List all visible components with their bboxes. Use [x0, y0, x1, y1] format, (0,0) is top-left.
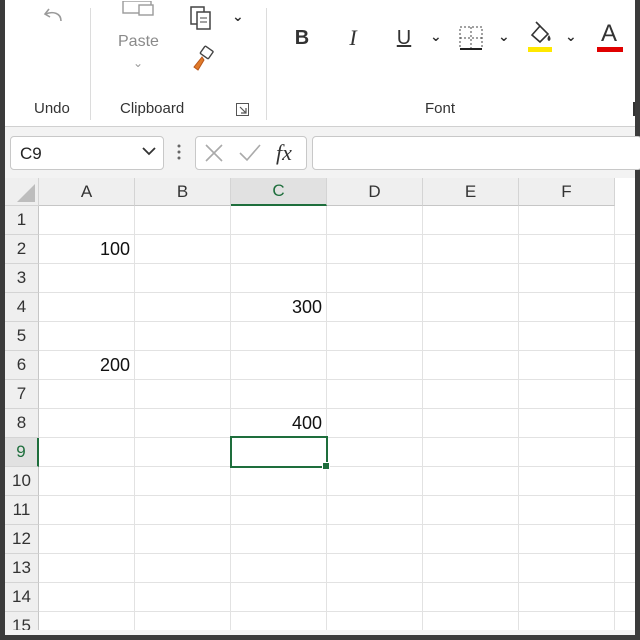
formula-bar-grip-icon[interactable]: [177, 142, 181, 162]
row-header-9[interactable]: 9: [5, 438, 39, 467]
gridline: [39, 437, 635, 438]
fill-color-chevron-down-icon[interactable]: ⌄: [565, 28, 577, 45]
cell-a6[interactable]: 200: [39, 351, 134, 380]
enter-check-icon[interactable]: [238, 143, 262, 168]
row-header-8[interactable]: 8: [5, 409, 39, 438]
column-header-e[interactable]: E: [423, 178, 519, 206]
formula-buttons: fx: [195, 136, 307, 170]
active-cell-selection[interactable]: [230, 436, 330, 470]
gridline: [614, 206, 615, 630]
gridline: [39, 292, 635, 293]
name-box-chevron-down-icon[interactable]: [141, 143, 157, 164]
row-header-11[interactable]: 11: [5, 496, 39, 525]
column-header-c[interactable]: C: [231, 178, 327, 206]
row-header-2[interactable]: 2: [5, 235, 39, 264]
ribbon-edge: [633, 102, 635, 116]
row-header-5[interactable]: 5: [5, 322, 39, 351]
gridline: [39, 611, 635, 612]
column-header-a[interactable]: A: [39, 178, 135, 206]
font-color-bar: [597, 47, 623, 52]
row-header-3[interactable]: 3: [5, 264, 39, 293]
paste-button[interactable]: Paste: [118, 33, 159, 51]
underline-button[interactable]: U: [392, 22, 416, 54]
copy-chevron-down-icon[interactable]: ⌄: [232, 8, 244, 25]
gridline: [39, 582, 635, 583]
italic-button[interactable]: I: [341, 22, 365, 54]
row-header-4[interactable]: 4: [5, 293, 39, 322]
row-header-15[interactable]: 15: [5, 612, 39, 630]
name-box[interactable]: C9: [10, 136, 164, 170]
font-group-label: Font: [425, 100, 456, 117]
cancel-icon[interactable]: [204, 143, 224, 168]
gridline: [134, 206, 135, 630]
gridline: [518, 206, 519, 630]
formula-input[interactable]: [312, 136, 640, 170]
gridline: [39, 495, 635, 496]
font-color-letter: A: [601, 20, 618, 47]
gridline: [422, 206, 423, 630]
gridline: [39, 524, 635, 525]
format-painter-icon[interactable]: [187, 44, 217, 74]
gridline: [39, 553, 635, 554]
copy-icon[interactable]: [187, 4, 215, 32]
row-header-13[interactable]: 13: [5, 554, 39, 583]
font-color-icon[interactable]: A: [595, 20, 625, 54]
gridline: [326, 206, 327, 630]
gridline: [39, 466, 635, 467]
fill-handle[interactable]: [322, 462, 330, 470]
row-header-14[interactable]: 14: [5, 583, 39, 612]
formula-bar: C9 fx: [5, 133, 640, 177]
paste-chevron-down-icon[interactable]: ⌄: [133, 56, 143, 70]
bold-button[interactable]: B: [290, 22, 314, 54]
cell-a2[interactable]: 100: [39, 235, 134, 264]
paste-icon[interactable]: [119, 0, 159, 18]
ribbon: Undo Paste ⌄ ⌄ Clipboard B I U ⌄ ⌄ ⌄ A F…: [5, 0, 635, 127]
row-header-1[interactable]: 1: [5, 206, 39, 235]
gridline: [39, 321, 635, 322]
fill-color-icon[interactable]: [525, 20, 555, 54]
undo-icon[interactable]: [39, 4, 69, 30]
dialog-launcher-icon[interactable]: [234, 101, 250, 117]
clipboard-group-label: Clipboard: [120, 100, 185, 117]
row-header-12[interactable]: 12: [5, 525, 39, 554]
separator: [90, 8, 91, 120]
borders-chevron-down-icon[interactable]: ⌄: [498, 28, 510, 45]
borders-icon[interactable]: [457, 24, 485, 52]
name-box-value: C9: [20, 144, 42, 163]
row-header-7[interactable]: 7: [5, 380, 39, 409]
cell-c8[interactable]: 400: [231, 409, 326, 438]
gridline: [39, 408, 635, 409]
undo-group-label: Undo: [34, 100, 70, 117]
column-header-f[interactable]: F: [519, 178, 615, 206]
cell-c4[interactable]: 300: [231, 293, 326, 322]
insert-function-icon[interactable]: fx: [276, 140, 292, 166]
row-header-10[interactable]: 10: [5, 467, 39, 496]
row-header-6[interactable]: 6: [5, 351, 39, 380]
column-header-b[interactable]: B: [135, 178, 231, 206]
separator: [266, 8, 267, 120]
underline-chevron-down-icon[interactable]: ⌄: [430, 28, 442, 45]
column-header-d[interactable]: D: [327, 178, 423, 206]
worksheet-grid: A B C D E F 1 2 3 4 5 6 7 8 9 10 11 12 13 14 15 100 300 200 400: [5, 178, 635, 630]
select-all-button[interactable]: [5, 178, 39, 206]
